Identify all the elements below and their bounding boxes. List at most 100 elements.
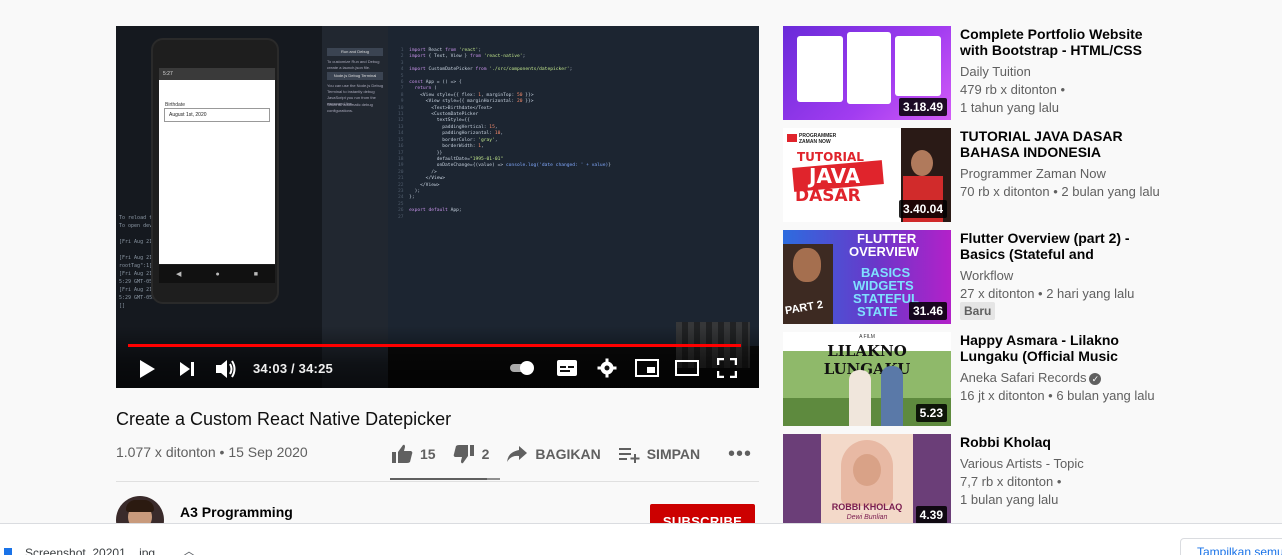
debug-text-3: Show all automatic debug configurations. bbox=[327, 102, 373, 113]
save-label: SIMPAN bbox=[646, 446, 701, 462]
thumb-logo-mark bbox=[787, 134, 797, 142]
related-video-title: TUTORIAL JAVA DASAR BAHASA INDONESIA bbox=[960, 128, 1123, 160]
phone-date-input: August 1st, 2020 bbox=[164, 108, 270, 122]
theater-mode-icon[interactable] bbox=[675, 360, 699, 381]
new-badge: Baru bbox=[960, 302, 996, 320]
channel-name[interactable]: A3 Programming bbox=[180, 504, 293, 520]
autoplay-knob bbox=[520, 361, 534, 375]
related-video-views: 27 x ditonton • 2 hari yang lalu bbox=[960, 286, 1135, 301]
thumb-card bbox=[895, 36, 941, 96]
thumb-face bbox=[853, 454, 881, 486]
next-icon[interactable] bbox=[178, 360, 196, 383]
download-shelf: Screenshot_20201....jpg ︿ Tampilkan semu… bbox=[0, 523, 1282, 555]
divider bbox=[116, 481, 759, 482]
thumb-java-text: JAVA bbox=[809, 164, 861, 188]
chevron-up-icon[interactable]: ︿ bbox=[183, 542, 195, 555]
thumb-presenter-face bbox=[911, 150, 933, 176]
subtitles-icon[interactable] bbox=[556, 359, 578, 382]
share-button[interactable]: BAGIKAN bbox=[505, 442, 601, 466]
thumb-card bbox=[847, 32, 891, 104]
controls-gradient bbox=[116, 326, 759, 388]
duration-badge: 4.39 bbox=[915, 506, 947, 524]
download-filename[interactable]: Screenshot_20201....jpg bbox=[25, 546, 155, 555]
thumb-woman-figure bbox=[849, 370, 871, 426]
video-title: Create a Custom React Native Datepicker bbox=[116, 409, 452, 429]
related-video-item[interactable]: ROBBI KHOLAQ Dewi Bunlian 4.39 Robbi Kho… bbox=[783, 434, 1243, 528]
share-label: BAGIKAN bbox=[535, 446, 601, 462]
related-video-channel: Various Artists - Topic bbox=[960, 456, 1084, 471]
duration-badge: 31.46 bbox=[908, 302, 947, 320]
related-video-views: 479 rb x ditonton • bbox=[960, 82, 1066, 97]
duration-badge: 3.18.49 bbox=[898, 98, 947, 116]
related-video-channel: Programmer Zaman Now bbox=[960, 166, 1106, 181]
thumb-presenter-face bbox=[793, 248, 821, 282]
share-arrow-icon bbox=[507, 446, 528, 462]
autoplay-toggle[interactable] bbox=[510, 361, 538, 375]
time-display: 34:03 / 34:25 bbox=[253, 361, 333, 376]
miniplayer-icon[interactable] bbox=[635, 359, 659, 382]
related-video-age: 1 bulan yang lalu bbox=[960, 492, 1059, 507]
save-button[interactable]: SIMPAN bbox=[617, 442, 700, 466]
thumb-brand-text: PROGRAMMER ZAMAN NOW bbox=[799, 133, 837, 145]
related-video-channel: Aneka Safari Records ✓ bbox=[960, 370, 1102, 385]
volume-icon[interactable] bbox=[214, 358, 238, 385]
like-button[interactable]: 15 bbox=[390, 442, 436, 466]
dislike-button[interactable]: 2 bbox=[452, 442, 490, 466]
run-debug-button: Run and Debug bbox=[327, 48, 383, 56]
thumb-film-text: A FILM bbox=[859, 334, 875, 340]
home-icon: ● bbox=[215, 270, 220, 278]
thumb-man-figure bbox=[881, 366, 903, 426]
dislike-count: 2 bbox=[481, 446, 490, 462]
thumb-state-text: STATE bbox=[857, 304, 898, 319]
thumb-album-title: ROBBI KHOLAQ bbox=[831, 502, 903, 512]
video-thumbnail[interactable]: 3.18.49 bbox=[783, 26, 951, 120]
related-video-item[interactable]: 3.18.49 Complete Portfolio Website with … bbox=[783, 26, 1243, 120]
video-thumbnail[interactable]: PART 2 FLUTTER OVERVIEW BASICS WIDGETS S… bbox=[783, 230, 951, 324]
related-video-views: 7,7 rb x ditonton • bbox=[960, 474, 1062, 489]
phone-status-bar: 5:27 bbox=[159, 68, 275, 80]
related-video-channel: Workflow bbox=[960, 268, 1014, 283]
duration-badge: 5.23 bbox=[915, 404, 947, 422]
youtube-watch-page: To reload the To open devel [Fri Aug 21 … bbox=[0, 0, 1282, 555]
back-icon: ◀ bbox=[176, 271, 182, 278]
recents-icon: ■ bbox=[253, 270, 258, 278]
related-video-channel: Daily Tuition bbox=[960, 64, 1031, 79]
sentiment-bar bbox=[390, 478, 500, 480]
debug-text-1: To customize Run and Debug create a laun… bbox=[327, 59, 380, 70]
play-icon[interactable] bbox=[138, 359, 156, 384]
video-thumbnail[interactable]: ROBBI KHOLAQ Dewi Bunlian 4.39 bbox=[783, 434, 951, 528]
thumbs-down-icon bbox=[453, 445, 474, 464]
image-file-icon bbox=[4, 548, 12, 555]
video-player[interactable]: To reload the To open devel [Fri Aug 21 … bbox=[116, 26, 759, 388]
thumb-overview-text: OVERVIEW bbox=[849, 244, 919, 259]
show-all-button[interactable]: Tampilkan semua bbox=[1180, 538, 1282, 555]
channel-name-text: Aneka Safari Records bbox=[960, 370, 1087, 385]
related-video-title: Flutter Overview (part 2) - Basics (Stat… bbox=[960, 230, 1130, 262]
more-actions-button[interactable]: ••• bbox=[728, 443, 752, 466]
related-video-views: 16 jt x ditonton • 6 bulan yang lalu bbox=[960, 388, 1155, 403]
related-video-title: Complete Portfolio Website with Bootstra… bbox=[960, 26, 1143, 58]
phone-emulator: 5:27 Birthdate August 1st, 2020 ◀ ● ■ bbox=[151, 38, 279, 304]
settings-gear-icon[interactable] bbox=[597, 358, 617, 383]
code-listing: 1 import React from 'react'; 2 import { … bbox=[398, 48, 612, 220]
video-actions: 15 2 BAGIKAN SIMPAN bbox=[390, 441, 716, 467]
related-video-age: 1 tahun yang lalu bbox=[960, 100, 1060, 115]
duration-badge: 3.40.04 bbox=[898, 200, 947, 218]
verified-check-icon: ✓ bbox=[1089, 373, 1102, 385]
like-count: 15 bbox=[420, 446, 436, 462]
fullscreen-icon[interactable] bbox=[716, 357, 738, 383]
video-thumbnail[interactable]: A FILM LILAKNO LUNGAKU 5.23 bbox=[783, 332, 951, 426]
progress-bar[interactable] bbox=[128, 344, 742, 347]
related-video-item[interactable]: A FILM LILAKNO LUNGAKU 5.23 Happy Asmara… bbox=[783, 332, 1243, 426]
related-video-item[interactable]: PROGRAMMER ZAMAN NOW TUTORIAL JAVA DASAR… bbox=[783, 128, 1243, 222]
thumb-album-artist: Dewi Bunlian bbox=[846, 514, 888, 521]
related-video-title: Happy Asmara - Lilakno Lungaku (Official… bbox=[960, 332, 1119, 364]
avatar-hair bbox=[126, 500, 154, 512]
phone-nav-bar: ◀ ● ■ bbox=[159, 265, 275, 283]
related-video-item[interactable]: PART 2 FLUTTER OVERVIEW BASICS WIDGETS S… bbox=[783, 230, 1243, 324]
related-video-title: Robbi Kholaq bbox=[960, 434, 1051, 450]
thumb-dasar-text: DASAR bbox=[795, 186, 861, 206]
thumb-card bbox=[797, 36, 843, 102]
video-thumbnail[interactable]: PROGRAMMER ZAMAN NOW TUTORIAL JAVA DASAR… bbox=[783, 128, 951, 222]
sentiment-bar-fill bbox=[390, 478, 487, 480]
